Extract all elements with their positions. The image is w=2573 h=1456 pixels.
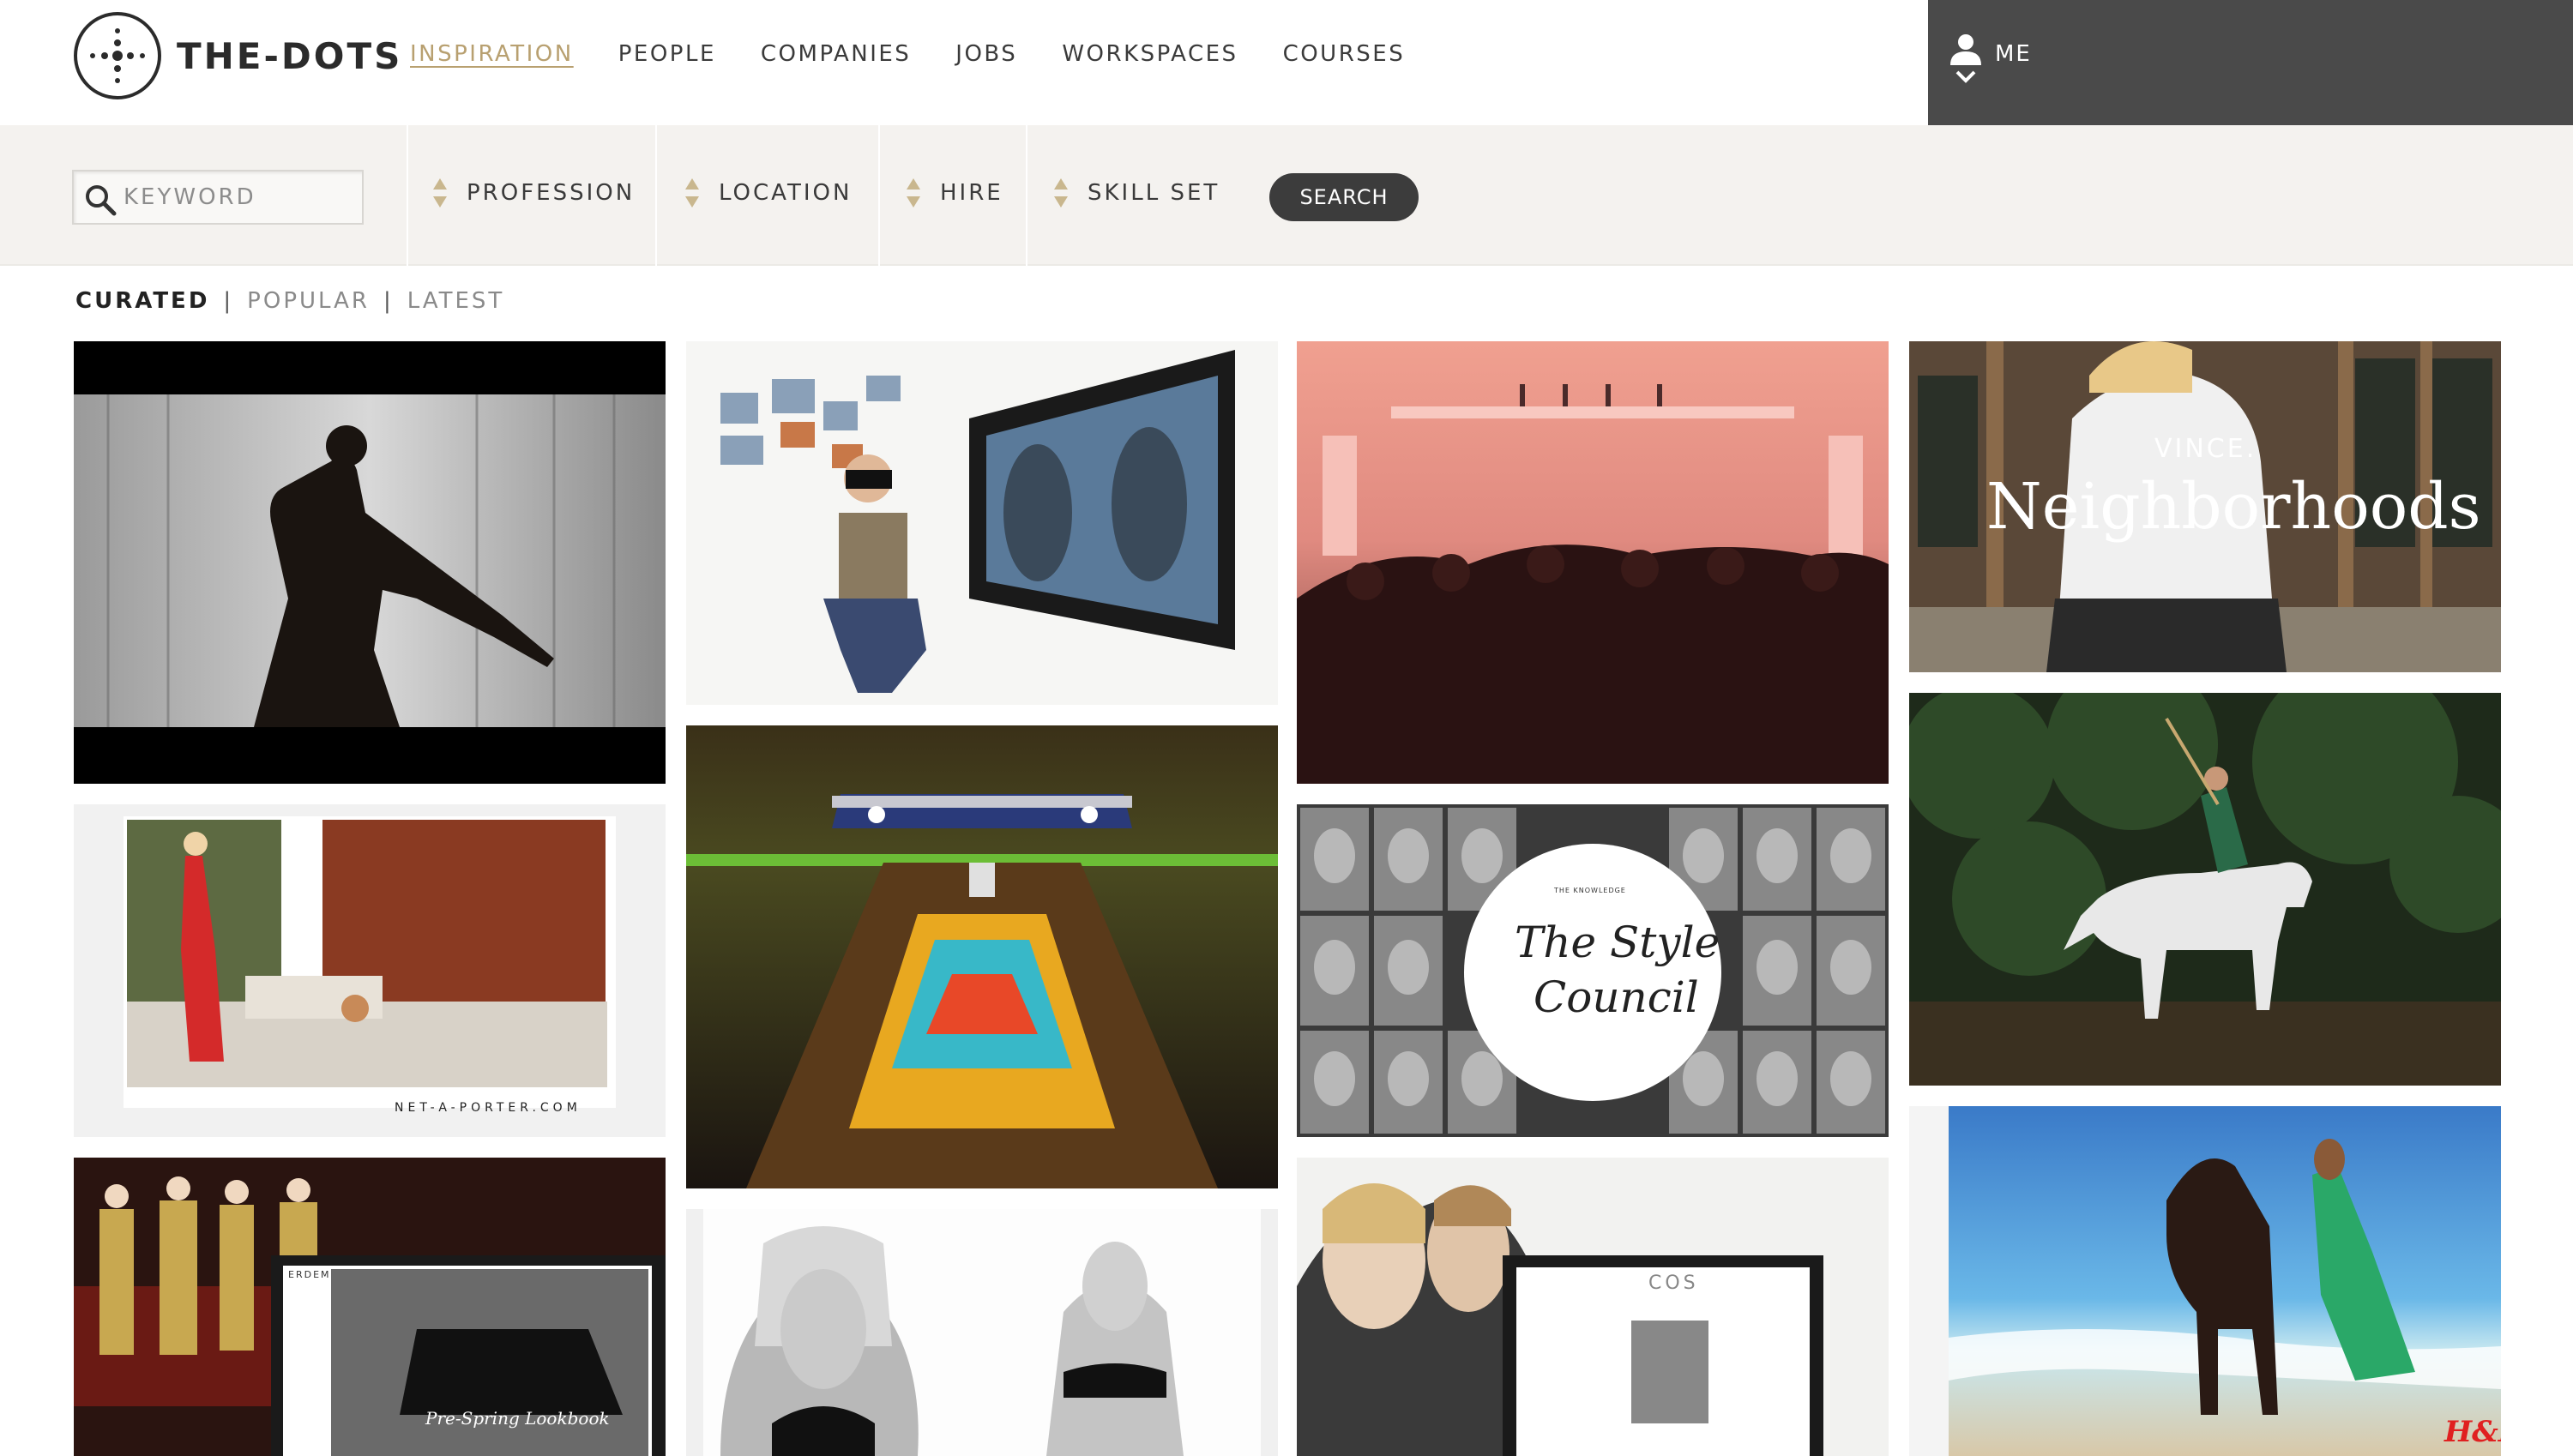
user-icon xyxy=(1950,34,1981,83)
vince-brand: VINCE. xyxy=(2154,434,2257,464)
inspiration-tile-dancer[interactable] xyxy=(74,341,666,784)
inspiration-tile-vince[interactable]: VINCE. Neighborhoods xyxy=(1909,341,2501,672)
erdem-brand: ERDEM xyxy=(288,1269,331,1280)
main-nav: INSPIRATION PEOPLE COMPANIES JOBS WORKSP… xyxy=(410,41,1405,67)
nav-courses[interactable]: COURSES xyxy=(1283,41,1406,67)
user-menu[interactable]: ME xyxy=(1928,0,2573,125)
style-council-title-2: Council xyxy=(1534,972,1699,1022)
inspiration-tile-horse-rider[interactable] xyxy=(1909,693,2501,1086)
lookbook-text: Pre-Spring Lookbook xyxy=(425,1408,610,1429)
filter-profession-label: PROFESSION xyxy=(467,180,636,206)
inspiration-tile-vr[interactable] xyxy=(686,341,1278,705)
divider xyxy=(878,125,880,266)
inspiration-tile-runway[interactable]: ERDEM Pre-Spring Lookbook xyxy=(74,1158,666,1456)
filter-hire-label: HIRE xyxy=(940,180,1003,206)
net-a-porter-caption: NET-A-PORTER.COM xyxy=(395,1101,581,1115)
top-header: THE-DOTS INSPIRATION PEOPLE COMPANIES JO… xyxy=(0,0,2573,125)
vr-exhibition-image xyxy=(686,341,1278,705)
filter-skill-set[interactable]: SKILL SET xyxy=(1053,177,1220,209)
tab-latest[interactable]: LATEST xyxy=(407,288,505,314)
vince-title: Neighborhoods xyxy=(1986,470,2481,544)
brand-name: THE-DOTS xyxy=(177,34,403,77)
tab-divider: | xyxy=(383,288,394,314)
keyword-input[interactable] xyxy=(124,178,355,216)
filter-location-label: LOCATION xyxy=(719,180,853,206)
nav-inspiration[interactable]: INSPIRATION xyxy=(410,41,574,67)
inspiration-tile-style-council[interactable]: THE KNOWLEDGE The Style Council xyxy=(1297,804,1889,1137)
inspiration-tile-bw-models[interactable] xyxy=(686,1209,1278,1456)
crowd-image xyxy=(1297,341,1889,784)
sort-arrows-icon xyxy=(1054,178,1068,208)
divider xyxy=(655,125,657,266)
cos-brand: COS xyxy=(1648,1272,1699,1294)
inspiration-tile-cos[interactable]: COS xyxy=(1297,1158,1889,1456)
user-menu-label: ME xyxy=(1995,41,2032,67)
tab-curated[interactable]: CURATED xyxy=(75,288,209,314)
nav-people[interactable]: PEOPLE xyxy=(618,41,716,67)
filter-hire[interactable]: HIRE xyxy=(906,177,1003,209)
dots-logo-icon xyxy=(74,12,161,99)
nav-companies[interactable]: COMPANIES xyxy=(761,41,911,67)
search-filter-bar: PROFESSION LOCATION HIRE SKILL SET SEARC… xyxy=(0,125,2573,266)
keyword-search xyxy=(72,170,364,225)
divider xyxy=(1026,125,1027,266)
divider xyxy=(407,125,408,266)
tab-popular[interactable]: POPULAR xyxy=(247,288,370,314)
filter-location[interactable]: LOCATION xyxy=(684,177,852,209)
brand-logo[interactable]: THE-DOTS xyxy=(72,10,402,101)
inspiration-tile-hm[interactable]: H&M xyxy=(1909,1106,2501,1456)
sort-arrows-icon xyxy=(907,178,920,208)
hm-beach-image xyxy=(1909,1106,2501,1456)
cos-campaign-image xyxy=(1297,1158,1889,1456)
portrait-grid-image xyxy=(1297,804,1889,1137)
feed-tabs: CURATED | POPULAR | LATEST xyxy=(75,288,504,314)
style-council-kicker: THE KNOWLEDGE xyxy=(1554,887,1626,894)
sort-arrows-icon xyxy=(433,178,447,208)
bw-models-image xyxy=(686,1209,1278,1456)
dancer-image xyxy=(74,341,666,784)
filter-profession[interactable]: PROFESSION xyxy=(432,177,635,209)
horse-rider-image xyxy=(1909,693,2501,1086)
hm-brand: H&M xyxy=(2444,1415,2501,1449)
style-council-title-1: The Style xyxy=(1515,918,1720,967)
inspiration-tile-crowd[interactable] xyxy=(1297,341,1889,784)
boat-image xyxy=(686,725,1278,1188)
filter-skill-set-label: SKILL SET xyxy=(1088,180,1220,206)
fashion-ad-image xyxy=(124,816,616,1108)
inspiration-tile-net-a-porter[interactable]: NET-A-PORTER.COM xyxy=(74,804,666,1137)
search-button[interactable]: SEARCH xyxy=(1269,173,1419,221)
sort-arrows-icon xyxy=(685,178,699,208)
tab-divider: | xyxy=(223,288,234,314)
search-icon xyxy=(86,185,117,216)
nav-jobs[interactable]: JOBS xyxy=(955,41,1017,67)
inspiration-tile-boat[interactable] xyxy=(686,725,1278,1188)
nav-workspaces[interactable]: WORKSPACES xyxy=(1062,41,1238,67)
